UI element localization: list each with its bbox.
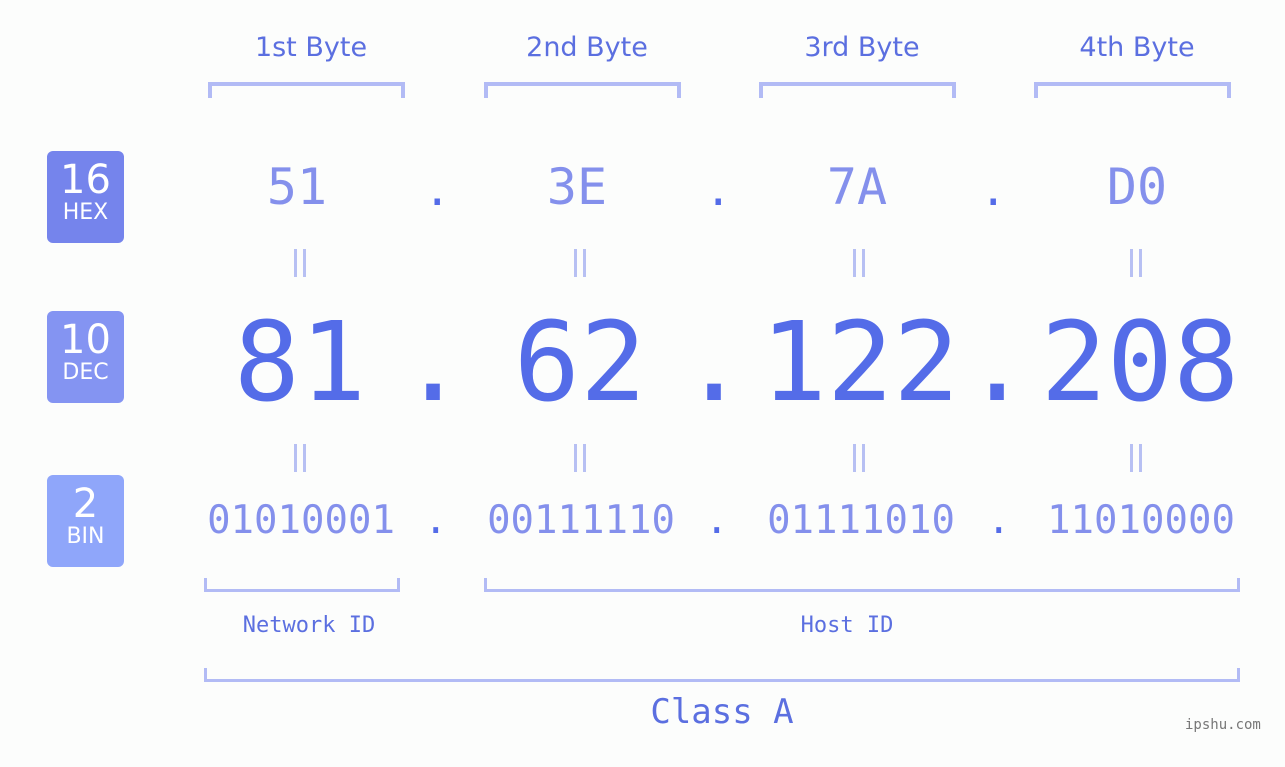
byte-bracket-4 bbox=[1034, 82, 1231, 98]
hex-octet-2: 3E bbox=[546, 158, 608, 216]
byte-label-4: 4th Byte bbox=[1079, 32, 1195, 63]
dec-separator: . bbox=[681, 298, 748, 426]
dec-separator: . bbox=[964, 298, 1031, 426]
dec-octet-4: 208 bbox=[1040, 298, 1240, 426]
dec-octet-3: 122 bbox=[760, 298, 960, 426]
watermark: ipshu.com bbox=[1185, 717, 1261, 733]
bin-badge: 2 BIN bbox=[47, 475, 124, 567]
equals-marker bbox=[280, 246, 320, 286]
bin-separator: . bbox=[424, 498, 448, 543]
hex-octet-3: 7A bbox=[826, 158, 888, 216]
bin-octet-3: 01111010 bbox=[767, 498, 955, 543]
host-id-label: Host ID bbox=[800, 613, 894, 638]
equals-marker bbox=[839, 441, 879, 481]
host-id-bracket bbox=[484, 578, 1240, 592]
bin-octet-4: 11010000 bbox=[1047, 498, 1235, 543]
byte-bracket-2 bbox=[484, 82, 681, 98]
dec-badge-label: DEC bbox=[62, 360, 109, 385]
network-id-bracket bbox=[204, 578, 400, 592]
equals-marker bbox=[560, 246, 600, 286]
hex-badge-label: HEX bbox=[62, 200, 109, 225]
dec-badge: 10 DEC bbox=[47, 311, 124, 403]
bin-badge-label: BIN bbox=[66, 524, 105, 549]
class-bracket bbox=[204, 668, 1240, 682]
network-id-label: Network ID bbox=[242, 613, 376, 638]
hex-octet-4: D0 bbox=[1106, 158, 1168, 216]
byte-label-2: 2nd Byte bbox=[526, 32, 648, 63]
dec-octet-1: 81 bbox=[233, 298, 367, 426]
equals-marker bbox=[1116, 441, 1156, 481]
dec-separator: . bbox=[400, 298, 467, 426]
hex-badge: 16 HEX bbox=[47, 151, 124, 243]
hex-separator: . bbox=[705, 165, 732, 216]
equals-marker bbox=[280, 441, 320, 481]
hex-octet-1: 51 bbox=[266, 158, 328, 216]
byte-bracket-1 bbox=[208, 82, 405, 98]
hex-separator: . bbox=[424, 165, 451, 216]
class-label: Class A bbox=[650, 692, 794, 732]
byte-label-3: 3rd Byte bbox=[804, 32, 920, 63]
equals-marker bbox=[560, 441, 600, 481]
equals-marker bbox=[1116, 246, 1156, 286]
dec-octet-2: 62 bbox=[513, 298, 647, 426]
bin-separator: . bbox=[987, 498, 1011, 543]
hex-badge-number: 16 bbox=[60, 157, 111, 203]
bin-octet-2: 00111110 bbox=[487, 498, 675, 543]
byte-bracket-3 bbox=[759, 82, 956, 98]
bin-octet-1: 01010001 bbox=[207, 498, 395, 543]
equals-marker bbox=[839, 246, 879, 286]
bin-separator: . bbox=[705, 498, 729, 543]
hex-separator: . bbox=[980, 165, 1007, 216]
dec-badge-number: 10 bbox=[60, 317, 111, 363]
bin-badge-number: 2 bbox=[72, 481, 99, 527]
byte-label-1: 1st Byte bbox=[254, 32, 368, 63]
